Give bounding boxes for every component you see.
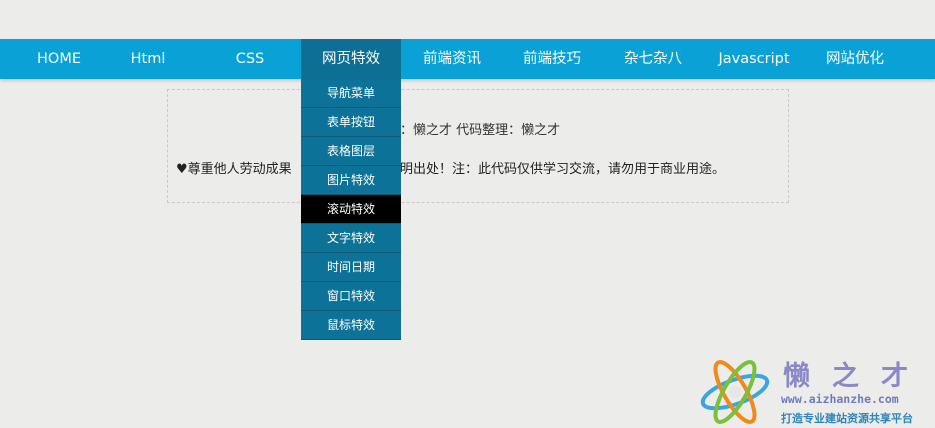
nav-item-miscellaneous[interactable]: 杂七杂八 (603, 39, 703, 79)
nav-item-web-effects[interactable]: 网页特效 (301, 39, 401, 79)
dropdown-item-form-buttons[interactable]: 表单按钮 (301, 108, 401, 137)
top-nav-bar: HOME Html CSS 网页特效 前端资讯 前端技巧 杂七杂八 Javasc… (0, 39, 935, 79)
nav-item-frontend-tips[interactable]: 前端技巧 (502, 39, 602, 79)
dropdown-item-text-effects[interactable]: 文字特效 (301, 224, 401, 253)
site-watermark: 懒之才 www.aizhanzhe.com 打造专业建站资源共享平台 (695, 352, 935, 428)
atom-logo-icon (700, 360, 770, 424)
watermark-slogan: 打造专业建站资源共享平台 (781, 412, 913, 425)
dropdown-item-scroll-effects[interactable]: 滚动特效 (301, 195, 401, 224)
watermark-url: www.aizhanzhe.com (781, 392, 899, 406)
dropdown-item-window-effects[interactable]: 窗口特效 (301, 282, 401, 311)
nav-item-frontend-news[interactable]: 前端资讯 (402, 39, 502, 79)
nav-item-seo[interactable]: 网站优化 (805, 39, 905, 79)
nav-item-css[interactable]: CSS (200, 39, 300, 79)
dropdown-item-table-layers[interactable]: 表格图层 (301, 137, 401, 166)
dropdown-item-nav-menu[interactable]: 导航菜单 (301, 79, 401, 108)
web-effects-dropdown: 导航菜单 表单按钮 表格图层 图片特效 滚动特效 文字特效 时间日期 窗口特效 … (301, 79, 401, 340)
dropdown-item-image-effects[interactable]: 图片特效 (301, 166, 401, 195)
dropdown-item-mouse-effects[interactable]: 鼠标特效 (301, 311, 401, 340)
nav-item-home[interactable]: HOME (9, 39, 109, 79)
dropdown-item-date-time[interactable]: 时间日期 (301, 253, 401, 282)
credits-text: ：懒之才 代码整理：懒之才 (400, 123, 561, 138)
notice-text-left: ♥尊重他人劳动成果 (176, 162, 292, 177)
watermark-title: 懒之才 (783, 361, 930, 392)
content-box (167, 89, 789, 203)
nav-item-html[interactable]: Html (98, 39, 198, 79)
nav-item-javascript[interactable]: Javascript (704, 39, 804, 79)
notice-text-right: 明出处！注：此代码仅供学习交流，请勿用于商业用途。 (400, 162, 726, 177)
